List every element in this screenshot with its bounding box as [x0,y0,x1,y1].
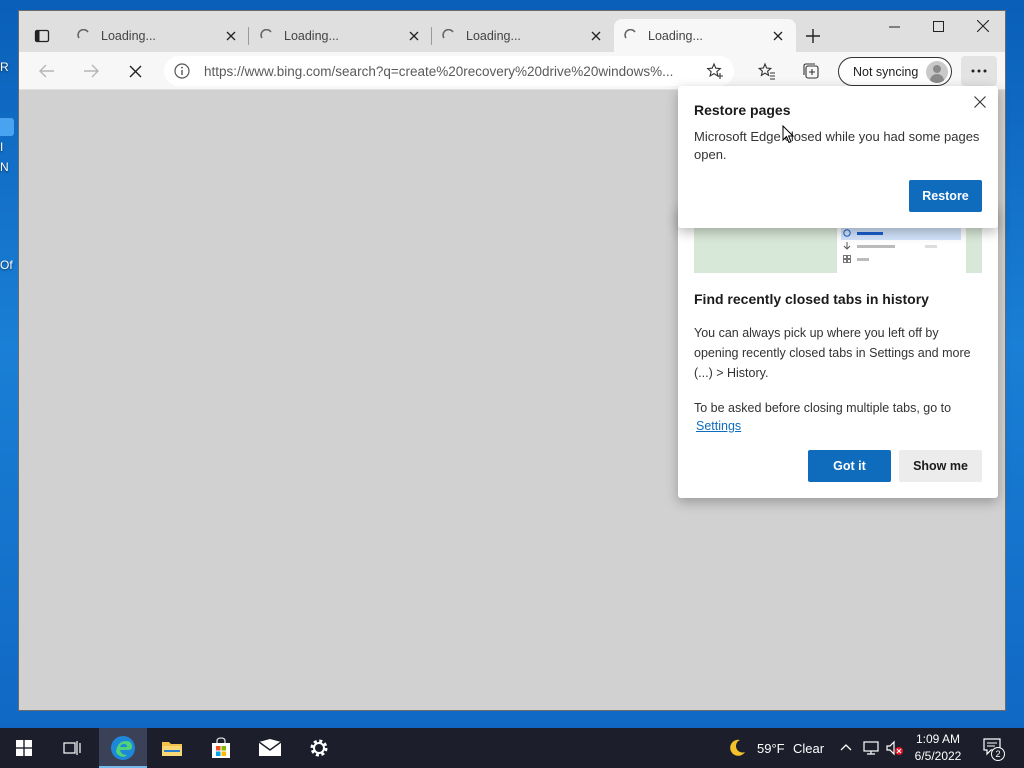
restore-pages-message: Microsoft Edge closed while you had some… [694,129,980,162]
loading-spinner-icon [624,28,636,38]
settings-link[interactable]: Settings [696,416,741,436]
loading-spinner-icon [442,28,454,38]
close-window-button[interactable] [960,11,1005,41]
tab-loading-2[interactable]: Loading... [250,19,432,52]
weather-temperature[interactable]: 59°F [757,741,785,756]
apps-grid-icon [843,255,851,263]
desktop-icon-label-fragment: Of [0,258,13,272]
settings-and-more-button[interactable] [961,56,997,86]
folder-icon [162,742,182,756]
edge-logo-icon [111,736,135,760]
weather-condition[interactable]: Clear [793,741,824,756]
collections-button[interactable] [796,57,826,85]
task-view-button[interactable] [48,728,96,768]
profile-sync-button[interactable]: Not syncing [838,57,952,86]
illustration-row [843,240,937,252]
desktop-icon-label-fragment: N [0,160,9,174]
address-url-text[interactable]: https://www.bing.com/search?q=create%20r… [204,64,706,79]
desktop-icon-label-fragment: R [0,60,9,74]
history-tip-title: Find recently closed tabs in history [694,291,929,307]
info-icon[interactable] [174,63,190,79]
restore-button[interactable]: Restore [909,180,982,212]
maximize-icon [932,20,944,32]
avatar [926,61,948,83]
back-button[interactable] [32,57,62,85]
task-view-icon [63,741,81,755]
tab-close-icon[interactable] [406,28,422,44]
start-button[interactable] [0,728,48,768]
desktop-icon[interactable] [0,118,14,136]
favorites-button[interactable] [752,57,782,85]
add-favorite-star-icon[interactable] [706,62,724,80]
illustration-row [843,253,869,265]
favorites-star-list-icon [758,62,775,80]
mouse-cursor-icon [782,125,794,144]
minimize-icon [888,26,900,27]
tab-title: Loading... [284,28,339,43]
collections-icon [803,63,819,79]
history-tip-panel: Find recently closed tabs in history You… [678,205,998,498]
tab-actions-button[interactable] [27,23,57,49]
ellipsis-icon [971,69,987,73]
system-clock[interactable]: 1:09 AM 6/5/2022 [908,731,968,765]
tab-loading-4-active[interactable]: Loading... [614,19,796,52]
maximize-button[interactable] [915,11,961,41]
network-icon[interactable] [863,740,879,756]
address-bar[interactable]: https://www.bing.com/search?q=create%20r… [164,56,734,86]
close-popup-button[interactable] [972,94,988,110]
tab-title: Loading... [101,28,156,43]
forward-button[interactable] [76,57,106,85]
mail-envelope-icon [258,739,282,756]
restore-pages-popup: Restore pages Microsoft Edge closed whil… [678,86,998,228]
stop-loading-button[interactable] [120,57,150,85]
volume-muted-icon[interactable] [886,740,904,756]
clock-date: 6/5/2022 [914,749,962,763]
history-tip-body: You can always pick up where you left of… [694,326,971,380]
store-bag-icon [212,737,230,758]
desktop-icon-label-fragment: I [0,140,4,154]
action-center-button[interactable]: 2 [980,735,1006,761]
gear-icon [310,739,328,757]
new-tab-button[interactable] [802,25,824,47]
taskbar-edge-button[interactable] [99,728,147,768]
windows-logo-icon [16,740,32,756]
tab-actions-icon [34,29,50,43]
taskbar: 59°F Clear 1:09 AM 6/5/2022 2 [0,728,1024,768]
minimize-button[interactable] [871,11,917,41]
tab-loading-1[interactable]: Loading... [67,19,249,52]
taskbar-settings-button[interactable] [295,728,343,768]
tab-close-icon[interactable] [770,28,786,44]
tab-close-icon[interactable] [588,28,604,44]
navigation-toolbar: https://www.bing.com/search?q=create%20r… [19,52,1005,90]
tab-close-icon[interactable] [223,28,239,44]
taskbar-file-explorer-button[interactable] [148,728,196,768]
moon-weather-icon[interactable] [728,738,746,758]
tab-title: Loading... [648,28,703,43]
sync-status-label: Not syncing [853,64,919,79]
illustration-row [843,227,883,239]
history-clock-icon [843,229,851,237]
notification-count-badge: 2 [991,747,1005,761]
show-hidden-icons-chevron-icon[interactable] [840,743,852,751]
close-icon [977,20,989,32]
download-arrow-icon [843,242,851,250]
tab-strip: Loading... Loading... Loading... Loading… [19,11,1005,52]
show-me-button[interactable]: Show me [899,450,982,482]
tab-loading-3[interactable]: Loading... [432,19,614,52]
forward-arrow-icon [84,64,99,78]
back-arrow-icon [39,64,54,78]
close-icon [974,96,986,108]
stop-x-icon [129,65,141,77]
settings-prompt-text: To be asked before closing multiple tabs… [694,401,952,415]
got-it-button[interactable]: Got it [808,450,891,482]
restore-pages-title: Restore pages [694,102,791,118]
plus-icon [806,29,820,43]
taskbar-store-button[interactable] [197,728,245,768]
taskbar-mail-button[interactable] [246,728,294,768]
clock-time: 1:09 AM [915,732,961,746]
tab-title: Loading... [466,28,521,43]
loading-spinner-icon [77,28,89,38]
loading-spinner-icon [260,28,272,38]
